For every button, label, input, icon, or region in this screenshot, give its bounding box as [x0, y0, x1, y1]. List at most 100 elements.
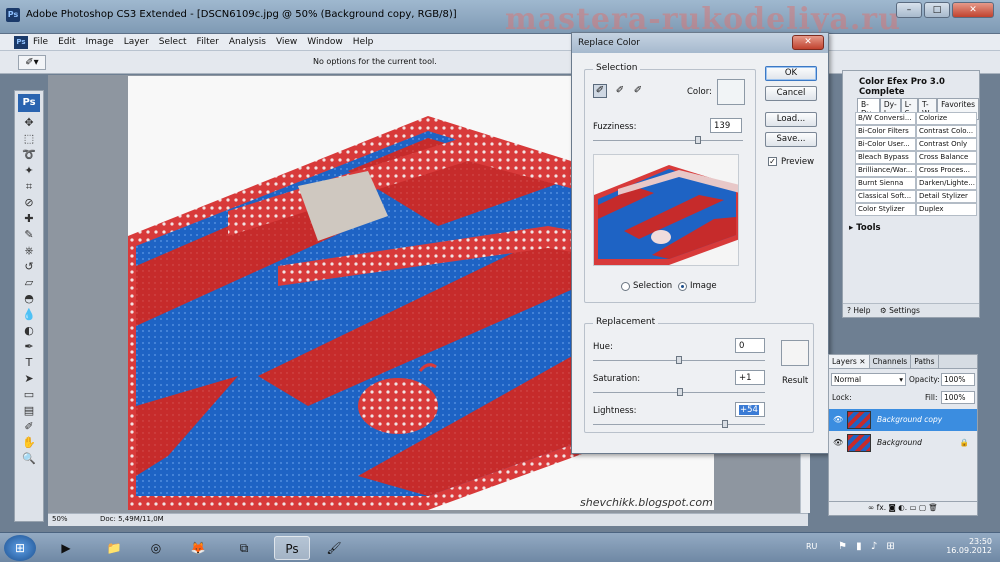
- fuzziness-slider[interactable]: [593, 136, 743, 144]
- path-select-icon[interactable]: ➤: [21, 372, 37, 386]
- efex-filter-item[interactable]: Colorize: [916, 112, 977, 125]
- hue-thumb[interactable]: [676, 356, 682, 364]
- efex-filter-item[interactable]: Bleach Bypass: [855, 151, 916, 164]
- load-button[interactable]: Load...: [765, 112, 817, 127]
- dialog-titlebar[interactable]: Replace Color ✕: [572, 33, 828, 53]
- chrome-icon[interactable]: ◎: [138, 536, 174, 560]
- media-player-icon[interactable]: ▶: [48, 536, 84, 560]
- hue-input[interactable]: 0: [735, 338, 765, 353]
- save-button[interactable]: Save...: [765, 132, 817, 147]
- menu-filter[interactable]: Filter: [197, 37, 219, 47]
- menu-select[interactable]: Select: [159, 37, 187, 47]
- blur-icon[interactable]: 💧: [21, 308, 37, 322]
- start-button[interactable]: ⊞: [4, 535, 36, 561]
- document-icon[interactable]: Ps: [14, 36, 28, 49]
- photoshop-icon[interactable]: Ps: [274, 536, 310, 560]
- eye-icon[interactable]: 👁: [833, 438, 843, 447]
- cancel-button[interactable]: Cancel: [765, 86, 817, 101]
- layer-row-background-copy[interactable]: 👁 Background copy: [829, 409, 977, 431]
- crop-icon[interactable]: ⌗: [21, 180, 37, 194]
- saturation-input[interactable]: +1: [735, 370, 765, 385]
- menu-image[interactable]: Image: [86, 37, 114, 47]
- slice-icon[interactable]: ⊘: [21, 196, 37, 210]
- panel-tab[interactable]: Layers ✕: [829, 355, 870, 368]
- paint-bucket-icon[interactable]: ◓: [21, 292, 37, 306]
- opacity-input[interactable]: 100%: [941, 373, 975, 386]
- saturation-slider[interactable]: [593, 388, 765, 396]
- move-icon[interactable]: ✥: [21, 116, 37, 130]
- selection-radio[interactable]: [621, 282, 630, 291]
- marquee-icon[interactable]: ⬚: [21, 132, 37, 146]
- efex-filter-item[interactable]: Bi-Color Filters: [855, 125, 916, 138]
- efex-filter-item[interactable]: Classical Soft...: [855, 190, 916, 203]
- tray-icons[interactable]: ⚑ ▮ ♪ ⊞: [838, 541, 898, 552]
- efex-filter-item[interactable]: Contrast Colo...: [916, 125, 977, 138]
- menu-file[interactable]: File: [33, 37, 48, 47]
- lasso-icon[interactable]: ➰: [21, 148, 37, 162]
- efex-filter-item[interactable]: Darken/Lighte...: [916, 177, 977, 190]
- language-indicator[interactable]: RU: [806, 542, 817, 551]
- fuzziness-input[interactable]: 139: [710, 118, 742, 133]
- layers-bottom-buttons[interactable]: ∞ fx. ◙ ◐. ▭ ▢ 🗑: [829, 501, 977, 515]
- photoshop-logo[interactable]: Ps: [18, 94, 40, 112]
- eyedropper-plus-icon[interactable]: ✐: [613, 84, 627, 98]
- blend-mode-select[interactable]: Normal ▾: [831, 373, 906, 386]
- efex-tools-section[interactable]: ▸ Tools: [849, 223, 881, 233]
- app-icon[interactable]: ⧉: [226, 536, 262, 560]
- menu-analysis[interactable]: Analysis: [229, 37, 266, 47]
- efex-filter-item[interactable]: Bi-Color User...: [855, 138, 916, 151]
- efex-filter-item[interactable]: Color Stylizer: [855, 203, 916, 216]
- paint-icon[interactable]: 🖌: [316, 536, 352, 560]
- stamp-icon[interactable]: ⎈: [21, 244, 37, 258]
- type-icon[interactable]: T: [21, 356, 37, 370]
- pen-icon[interactable]: ✒: [21, 340, 37, 354]
- healing-icon[interactable]: ✚: [21, 212, 37, 226]
- efex-settings-link[interactable]: ⚙ Settings: [880, 306, 920, 315]
- clock[interactable]: 23:50 16.09.2012: [946, 537, 992, 555]
- dialog-close-button[interactable]: ✕: [792, 35, 824, 50]
- tool-preset-picker[interactable]: ✐▾: [18, 55, 46, 70]
- menu-window[interactable]: Window: [307, 37, 343, 47]
- saturation-thumb[interactable]: [676, 388, 683, 396]
- lightness-thumb[interactable]: [722, 420, 729, 428]
- panel-tab[interactable]: Paths: [911, 355, 939, 368]
- zoom-level[interactable]: 50%: [52, 515, 68, 523]
- lightness-input[interactable]: +54: [735, 402, 765, 417]
- eyedropper-icon[interactable]: ✐: [21, 420, 37, 434]
- zoom-icon[interactable]: 🔍: [21, 452, 37, 466]
- efex-filter-item[interactable]: Brilliance/War...: [855, 164, 916, 177]
- fill-input[interactable]: 100%: [941, 391, 975, 404]
- close-window-button[interactable]: ✕: [952, 2, 994, 18]
- menu-view[interactable]: View: [276, 37, 297, 47]
- maximize-button[interactable]: □: [924, 2, 950, 18]
- history-brush-icon[interactable]: ↺: [21, 260, 37, 274]
- eraser-icon[interactable]: ▱: [21, 276, 37, 290]
- lightness-slider[interactable]: [593, 420, 765, 428]
- explorer-icon[interactable]: 📁: [96, 536, 132, 560]
- firefox-icon[interactable]: 🦊: [180, 536, 216, 560]
- eye-icon[interactable]: 👁: [833, 415, 843, 424]
- menu-edit[interactable]: Edit: [58, 37, 75, 47]
- preview-checkbox[interactable]: ✓: [768, 157, 777, 166]
- selection-color-swatch[interactable]: [717, 79, 745, 105]
- shape-icon[interactable]: ▭: [21, 388, 37, 402]
- panel-tab[interactable]: Channels: [870, 355, 912, 368]
- eyedropper-minus-icon[interactable]: ✐: [631, 84, 645, 98]
- eyedropper-icon[interactable]: ✐: [593, 84, 607, 98]
- minimize-button[interactable]: –: [896, 2, 922, 18]
- efex-filter-item[interactable]: Cross Proces...: [916, 164, 977, 177]
- efex-filter-item[interactable]: Detail Stylizer: [916, 190, 977, 203]
- fuzziness-thumb[interactable]: [695, 136, 701, 144]
- doc-size[interactable]: Doc: 5,49M/11,0M: [100, 515, 164, 523]
- result-color-swatch[interactable]: [781, 340, 809, 366]
- image-radio[interactable]: [678, 282, 687, 291]
- efex-filter-item[interactable]: B/W Conversi...: [855, 112, 916, 125]
- efex-filter-item[interactable]: Cross Balance: [916, 151, 977, 164]
- efex-help-link[interactable]: ? Help: [847, 306, 870, 315]
- notes-icon[interactable]: ▤: [21, 404, 37, 418]
- dodge-icon[interactable]: ◐: [21, 324, 37, 338]
- hue-slider[interactable]: [593, 356, 765, 364]
- magic-wand-icon[interactable]: ✦: [21, 164, 37, 178]
- layer-row-background[interactable]: 👁 Background 🔒: [829, 432, 977, 454]
- efex-filter-item[interactable]: Contrast Only: [916, 138, 977, 151]
